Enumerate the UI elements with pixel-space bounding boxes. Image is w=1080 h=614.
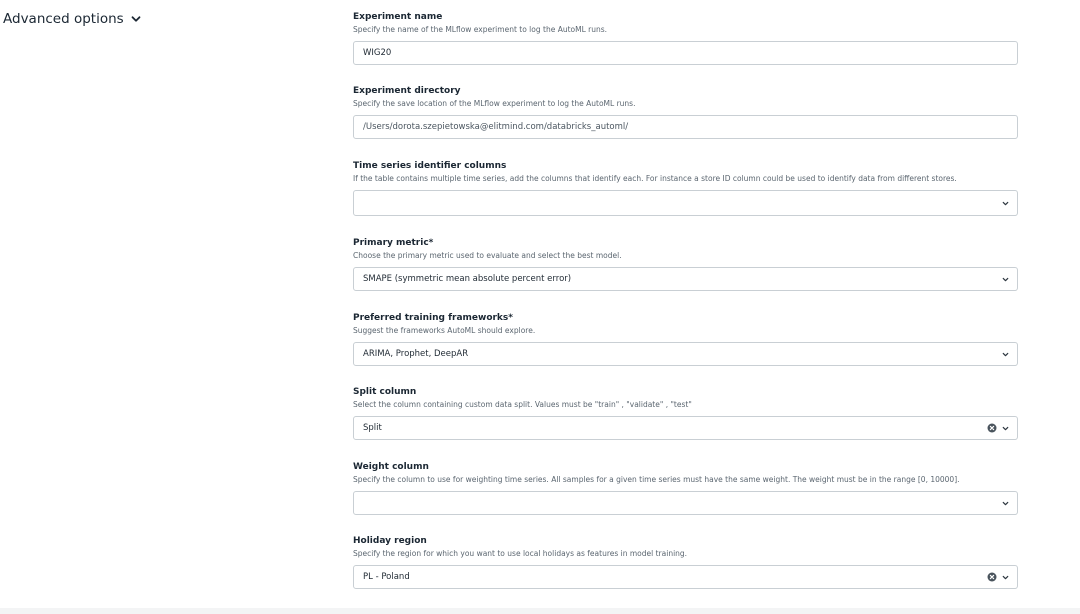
chevron-down-icon[interactable] <box>1001 573 1010 582</box>
training-frameworks-description: Suggest the frameworks AutoML should exp… <box>353 326 536 335</box>
primary-metric-description: Choose the primary metric used to evalua… <box>353 251 622 260</box>
training-frameworks-value: ARIMA, Prophet, DeepAR <box>363 349 469 359</box>
holiday-region-select[interactable]: PL - Poland <box>353 565 1018 589</box>
clear-circle-icon[interactable] <box>987 423 997 433</box>
weight-column-select[interactable] <box>353 491 1018 515</box>
advanced-options-label: Advanced options <box>3 11 124 27</box>
chevron-down-icon[interactable] <box>1001 275 1010 284</box>
time-series-identifier-label: Time series identifier columns <box>353 161 507 171</box>
chevron-down-icon[interactable] <box>1001 424 1010 433</box>
holiday-region-label: Holiday region <box>353 536 427 546</box>
split-column-select[interactable]: Split <box>353 416 1018 440</box>
experiment-directory-input[interactable]: /Users/dorota.szepietowska@elitmind.com/… <box>353 115 1018 139</box>
split-column-description: Select the column containing custom data… <box>353 400 692 409</box>
chevron-down-icon[interactable] <box>1001 499 1010 508</box>
time-series-identifier-select[interactable] <box>353 190 1018 216</box>
experiment-directory-description: Specify the save location of the MLflow … <box>353 99 636 108</box>
chevron-down-icon[interactable] <box>1001 350 1010 359</box>
experiment-directory-value: /Users/dorota.szepietowska@elitmind.com/… <box>363 122 629 132</box>
training-frameworks-select[interactable]: ARIMA, Prophet, DeepAR <box>353 342 1018 366</box>
experiment-name-input[interactable]: WIG20 <box>353 41 1018 65</box>
primary-metric-select[interactable]: SMAPE (symmetric mean absolute percent e… <box>353 267 1018 291</box>
holiday-region-description: Specify the region for which you want to… <box>353 549 688 558</box>
experiment-name-label: Experiment name <box>353 12 443 22</box>
weight-column-description: Specify the column to use for weighting … <box>353 475 960 484</box>
training-frameworks-label: Preferred training frameworks* <box>353 313 513 323</box>
time-series-identifier-description: If the table contains multiple time seri… <box>353 174 957 183</box>
primary-metric-value: SMAPE (symmetric mean absolute percent e… <box>363 274 572 284</box>
chevron-down-icon[interactable] <box>1001 199 1010 208</box>
page-footer-strip <box>0 608 1080 614</box>
holiday-region-value: PL - Poland <box>363 572 410 582</box>
primary-metric-label: Primary metric* <box>353 238 434 248</box>
automl-advanced-options-page: Advanced options Experiment name Specify… <box>0 0 1080 614</box>
weight-column-label: Weight column <box>353 462 429 472</box>
advanced-options-toggle[interactable]: Advanced options <box>3 8 142 30</box>
split-column-label: Split column <box>353 387 417 397</box>
experiment-directory-label: Experiment directory <box>353 86 461 96</box>
split-column-value: Split <box>363 423 382 433</box>
clear-circle-icon[interactable] <box>987 572 997 582</box>
chevron-down-icon <box>130 13 142 25</box>
experiment-name-description: Specify the name of the MLflow experimen… <box>353 25 608 34</box>
experiment-name-value: WIG20 <box>363 48 392 58</box>
